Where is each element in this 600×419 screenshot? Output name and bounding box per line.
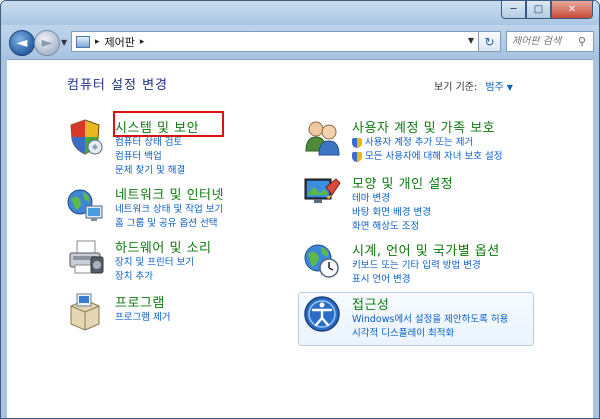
category-links: 테마 변경 바탕 화면 배경 변경 화면 해상도 조정 [352, 192, 431, 234]
category-links: 네트워크 상태 및 작업 보기 홈 그룹 및 공유 옵션 선택 [115, 203, 223, 231]
minimize-button[interactable]: ─ [501, 1, 526, 19]
link-parental-controls[interactable]: 모든 사용자에 대해 자녀 보호 설정 [352, 150, 502, 164]
category-links: Windows에서 설정을 제안하도록 허용 시각적 디스플레이 최적화 [352, 313, 508, 341]
link-change-theme[interactable]: 테마 변경 [352, 192, 431, 206]
category-links: 사용자 계정 추가 또는 제거 모든 사용자에 대해 자녀 보호 설정 [352, 136, 502, 164]
view-by-dropdown[interactable]: 범주 [485, 82, 503, 93]
view-by-label: 보기 기준: [434, 82, 478, 93]
appearance-monitor-icon[interactable] [302, 173, 342, 213]
link-suggest-settings[interactable]: Windows에서 설정을 제안하도록 허용 [352, 313, 508, 327]
link-homegroup[interactable]: 홈 그룹 및 공유 옵션 선택 [115, 217, 223, 231]
control-panel-content: 컴퓨터 설정 변경 보기 기준: 범주 ▼ 시스템 및 보안 컴퓨터 상태 검토 컴… [7, 59, 593, 418]
page-title: 컴퓨터 설정 변경 [67, 78, 168, 93]
search-box[interactable]: ⚲ [506, 31, 594, 52]
recent-pages-dropdown-icon[interactable]: ▼ [61, 38, 67, 47]
category-title[interactable]: 하드웨어 및 소리 [115, 237, 212, 256]
link-backup[interactable]: 컴퓨터 백업 [115, 150, 185, 164]
category-links: 키보드 또는 기타 입력 방법 변경 표시 언어 변경 [352, 259, 481, 287]
address-bar[interactable]: ▸ 제어판 ▸ ▼ [71, 31, 479, 52]
link-display-language[interactable]: 표시 언어 변경 [352, 273, 481, 287]
control-panel-window: ─ □ ✕ ◄ ► ▼ ▸ 제어판 ▸ ▼ ↻ ⚲ 컴퓨터 설정 변경 보기 기… [0, 0, 600, 419]
caption-buttons: ─ □ ✕ [501, 1, 593, 20]
category-title[interactable]: 모양 및 개인 설정 [352, 173, 453, 192]
link-network-status[interactable]: 네트워크 상태 및 작업 보기 [115, 203, 223, 217]
control-panel-icon [76, 35, 90, 48]
search-input[interactable] [507, 36, 578, 47]
category-title[interactable]: 프로그램 [115, 292, 165, 311]
address-trailing-separator[interactable]: ▸ [140, 37, 145, 47]
link-optimize-display[interactable]: 시각적 디스플레이 최적화 [352, 327, 508, 341]
link-uninstall-program[interactable]: 프로그램 제거 [115, 311, 170, 325]
printer-icon[interactable] [65, 237, 105, 277]
back-button[interactable]: ◄ [9, 30, 35, 56]
link-troubleshoot[interactable]: 문제 찾기 및 해결 [115, 164, 185, 178]
clock-globe-icon[interactable] [302, 240, 342, 280]
accessibility-icon[interactable] [302, 294, 342, 334]
network-globe-icon[interactable] [65, 184, 105, 224]
forward-button[interactable]: ► [34, 30, 60, 56]
link-keyboard-input[interactable]: 키보드 또는 기타 입력 방법 변경 [352, 259, 481, 273]
chevron-down-icon[interactable]: ▼ [507, 83, 513, 92]
close-button[interactable]: ✕ [551, 1, 593, 19]
link-review-status[interactable]: 컴퓨터 상태 검토 [115, 136, 185, 150]
link-add-device[interactable]: 장치 추가 [115, 270, 194, 284]
view-by: 보기 기준: 범주 ▼ [434, 78, 513, 93]
users-icon[interactable] [302, 117, 342, 157]
address-path-control-panel[interactable]: 제어판 [105, 34, 135, 50]
uac-shield-icon [352, 152, 362, 162]
address-dropdown-icon[interactable]: ▼ [468, 36, 474, 45]
category-title[interactable]: 네트워크 및 인터넷 [115, 184, 224, 203]
category-title[interactable]: 사용자 계정 및 가족 보호 [352, 117, 495, 136]
highlight-box [113, 111, 224, 137]
link-screen-resolution[interactable]: 화면 해상도 조정 [352, 220, 431, 234]
magnifier-icon[interactable]: ⚲ [578, 35, 586, 48]
link-devices-printers[interactable]: 장치 및 프린터 보기 [115, 256, 194, 270]
title-bar: ─ □ ✕ [1, 1, 599, 25]
refresh-button[interactable]: ↻ [479, 31, 501, 52]
programs-box-icon[interactable] [65, 292, 105, 332]
navigation-bar: ◄ ► ▼ ▸ 제어판 ▸ ▼ ↻ ⚲ [1, 25, 599, 59]
category-title[interactable]: 시계, 언어 및 국가별 옵션 [352, 240, 500, 259]
category-links: 장치 및 프린터 보기 장치 추가 [115, 256, 194, 284]
category-title[interactable]: 접근성 [352, 294, 389, 313]
link-desktop-background[interactable]: 바탕 화면 배경 변경 [352, 206, 431, 220]
category-links: 프로그램 제거 [115, 311, 170, 325]
address-separator[interactable]: ▸ [95, 37, 100, 47]
uac-shield-icon [352, 138, 362, 148]
category-links: 컴퓨터 상태 검토 컴퓨터 백업 문제 찾기 및 해결 [115, 136, 185, 178]
link-add-remove-accounts[interactable]: 사용자 계정 추가 또는 제거 [352, 136, 502, 150]
maximize-button[interactable]: □ [526, 1, 551, 19]
shield-icon[interactable] [65, 117, 105, 157]
